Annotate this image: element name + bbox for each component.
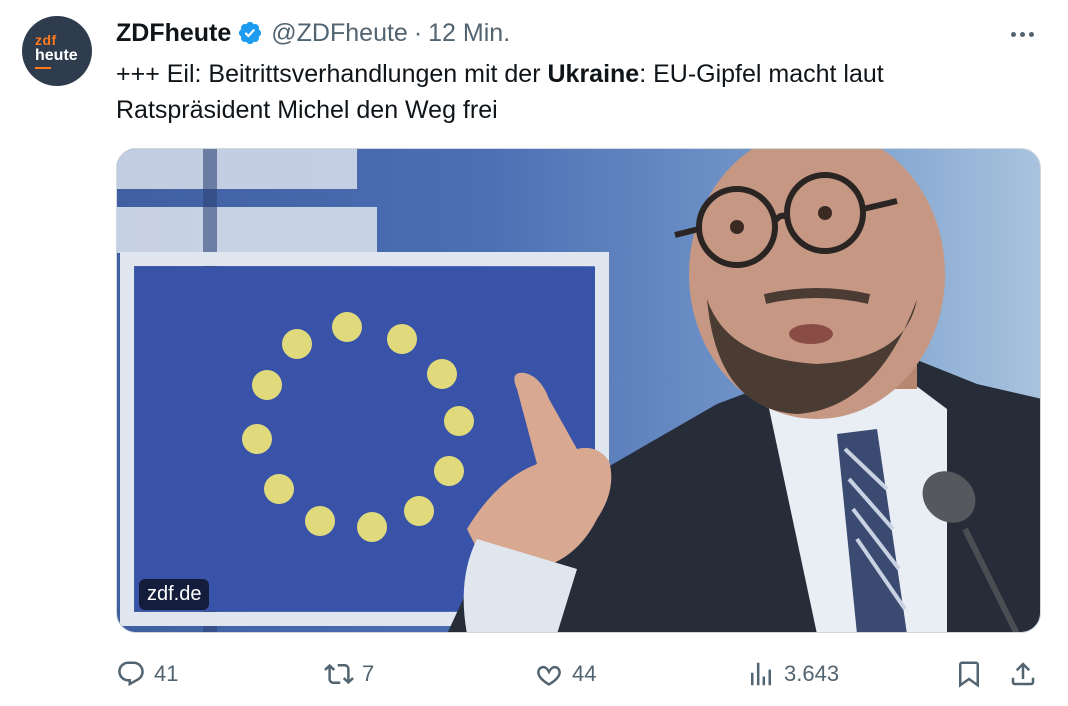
avatar-text-heute: heute bbox=[35, 47, 78, 64]
tweet-time[interactable]: 12 Min. bbox=[428, 19, 510, 48]
tweet-text-bold[interactable]: Ukraine bbox=[547, 60, 639, 88]
views-icon bbox=[751, 662, 771, 686]
media-source-badge: zdf.de bbox=[139, 579, 210, 610]
like-count: 44 bbox=[572, 661, 597, 686]
reply-icon bbox=[118, 661, 144, 687]
author-handle[interactable]: @ZDFheute bbox=[271, 19, 408, 48]
separator-dot: · bbox=[413, 18, 423, 47]
tweet-text-part1: +++ Eil: Beitrittsverhandlungen mit der bbox=[116, 60, 548, 88]
bookmark-button[interactable] bbox=[954, 652, 992, 696]
like-icon bbox=[537, 665, 561, 686]
share-icon bbox=[1011, 662, 1035, 686]
repost-count: 7 bbox=[362, 661, 375, 686]
reply-count: 41 bbox=[154, 661, 179, 686]
views-button[interactable]: 3.643 bbox=[746, 652, 839, 696]
action-bar: 41 7 44 3.643 bbox=[116, 652, 1041, 696]
avatar[interactable]: zdf heute bbox=[22, 16, 92, 86]
share-button[interactable] bbox=[1008, 652, 1046, 696]
tweet-header: ZDFheute @ZDFheute · 12 Min. bbox=[116, 16, 510, 50]
repost-button[interactable]: 7 bbox=[324, 652, 374, 696]
like-button[interactable]: 44 bbox=[534, 652, 596, 696]
avatar-text-zdf: zdf bbox=[35, 32, 57, 48]
bookmark-icon bbox=[959, 661, 979, 688]
author-name[interactable]: ZDFheute bbox=[116, 19, 231, 48]
tweet-image[interactable]: zdf.de bbox=[116, 148, 1041, 633]
reply-button[interactable]: 41 bbox=[116, 652, 178, 696]
more-icon[interactable] bbox=[1006, 20, 1038, 48]
tweet-text: +++ Eil: Beitrittsverhandlungen mit der … bbox=[116, 56, 1016, 128]
repost-icon bbox=[324, 663, 354, 685]
photo-illustration bbox=[117, 149, 1040, 632]
avatar-underline bbox=[35, 67, 51, 69]
verified-icon bbox=[239, 21, 262, 45]
views-count: 3.643 bbox=[784, 661, 840, 686]
